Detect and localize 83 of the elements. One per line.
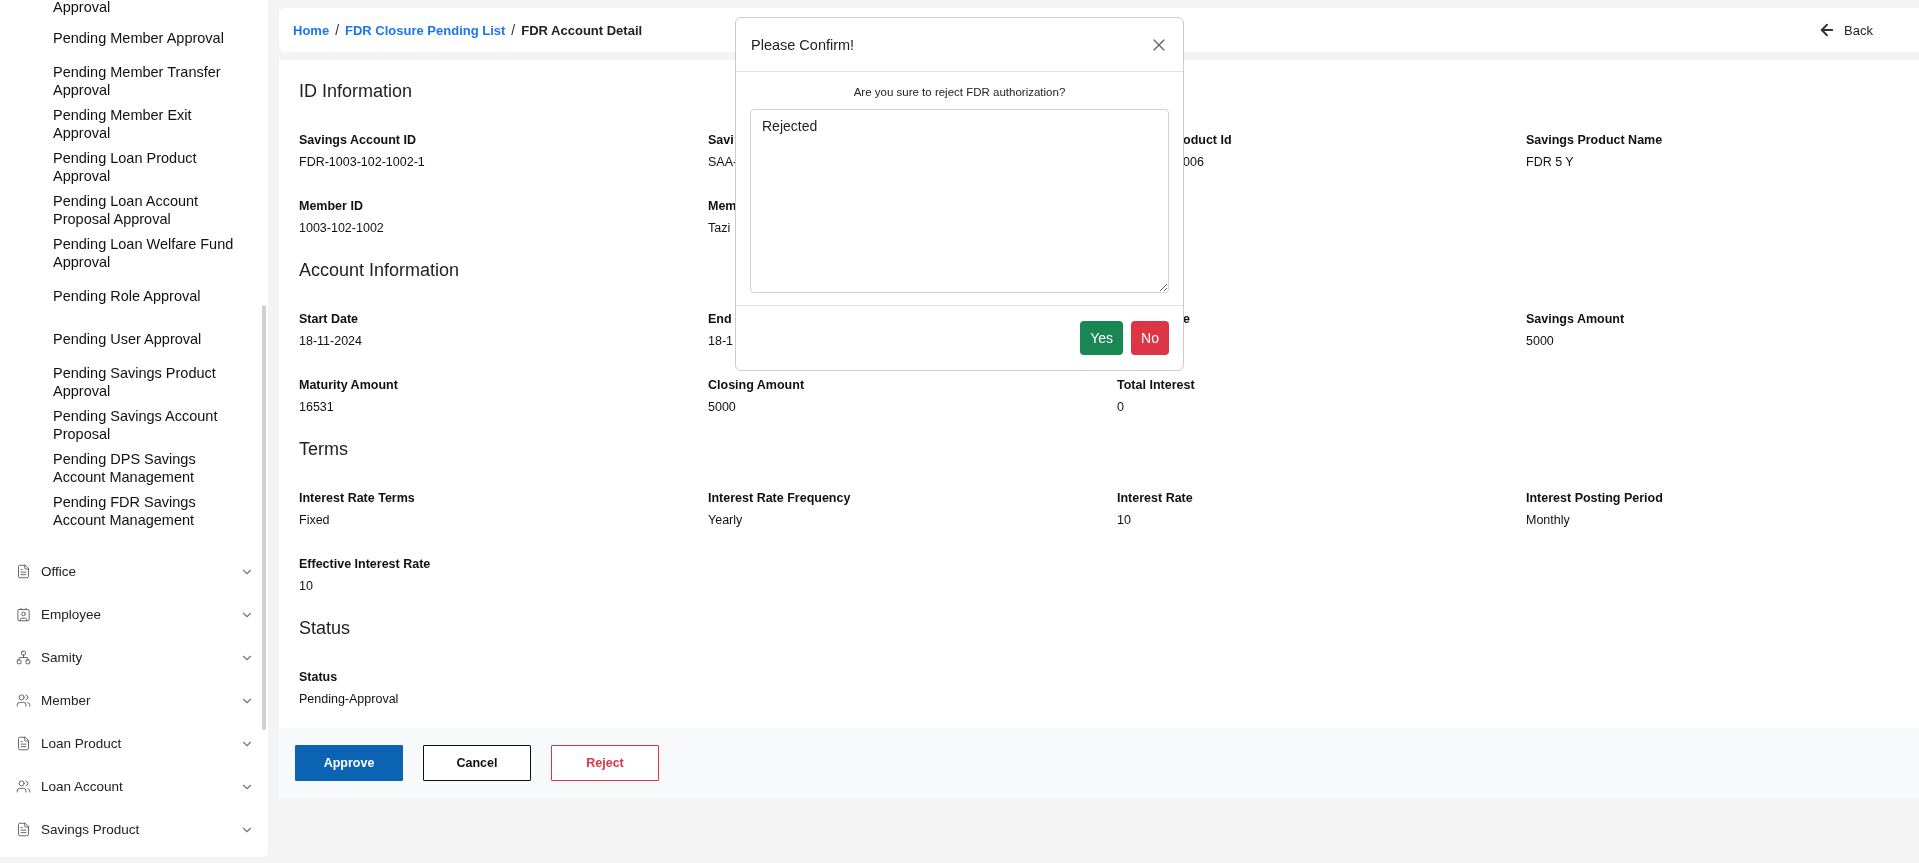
- document-icon: [16, 564, 31, 579]
- field-label: Mem: [708, 198, 737, 215]
- sidebar-menu-item[interactable]: Employee: [0, 593, 268, 636]
- sidebar-menu-item[interactable]: Loan Account: [0, 765, 268, 808]
- field-label: Savings Amount: [1526, 311, 1625, 328]
- field-value: 18-1: [708, 333, 734, 350]
- sidebar-menu-item[interactable]: Loan Product: [0, 722, 268, 765]
- reject-button[interactable]: Reject: [551, 745, 659, 781]
- sidebar-item[interactable]: Pending Savings Account Proposal: [53, 406, 248, 443]
- sidebar-menu-item[interactable]: Office: [0, 550, 268, 593]
- field-label: Savings Account ID: [299, 132, 416, 149]
- sidebar-item[interactable]: Pending Savings Product Approval: [53, 363, 248, 400]
- field-label: Interest Rate: [1117, 490, 1193, 507]
- field-value: 0: [1117, 399, 1124, 416]
- breadcrumb-separator: /: [335, 22, 339, 38]
- field-value: Pending-Approval: [299, 691, 399, 708]
- document-icon: [16, 822, 31, 837]
- people-icon: [16, 779, 31, 794]
- field-value: FDR-1003-102-1002-1: [299, 154, 425, 171]
- field-label: End: [708, 311, 732, 328]
- sidebar-menu-item[interactable]: Member: [0, 679, 268, 722]
- scrollbar-thumb[interactable]: [262, 305, 266, 730]
- field-label: Effective Interest Rate: [299, 556, 431, 573]
- field-label: Interest Rate Frequency: [708, 490, 851, 507]
- yes-button[interactable]: Yes: [1080, 321, 1124, 355]
- field-value: FDR 5 Y: [1526, 154, 1574, 171]
- sidebar-item[interactable]: Approval: [53, 0, 111, 16]
- field-label: Total Interest: [1117, 377, 1195, 394]
- field-label: Savings Product Name: [1526, 132, 1663, 149]
- breadcrumb-link[interactable]: FDR Closure Pending List: [345, 22, 506, 38]
- field-label: Savi: [708, 132, 734, 149]
- sidebar-item[interactable]: Pending Loan Account Proposal Approval: [53, 191, 248, 228]
- field-label: Interest Posting Period: [1526, 490, 1663, 507]
- field-label: Member ID: [299, 198, 363, 215]
- sidebar-menu-item[interactable]: Samity: [0, 636, 268, 679]
- section-heading: Account Information: [299, 259, 460, 282]
- document-icon: [16, 736, 31, 751]
- field-value: 10: [1117, 512, 1131, 529]
- dialog-message: Are you sure to reject FDR authorization?: [853, 86, 1066, 98]
- section-heading: Terms: [299, 438, 348, 461]
- back-button[interactable]: Back: [1816, 19, 1875, 41]
- sidebar-item[interactable]: Pending Member Transfer Approval: [53, 62, 248, 99]
- page-title: FDR Account Detail: [521, 22, 643, 38]
- breadcrumb-link[interactable]: Home: [293, 22, 330, 38]
- field-label: Interest Rate Terms: [299, 490, 415, 507]
- sidebar-item[interactable]: Pending User Approval: [53, 329, 202, 348]
- sidebar-item[interactable]: Pending Member Approval: [53, 28, 224, 47]
- sidebar-item[interactable]: Pending Loan Product Approval: [53, 148, 248, 185]
- field-label: e: [1183, 311, 1190, 328]
- sidebar-item[interactable]: Pending Role Approval: [53, 286, 201, 305]
- field-value: Monthly: [1526, 512, 1570, 529]
- sidebar-item[interactable]: Pending FDR Savings Account Management: [53, 492, 248, 529]
- section-heading: ID Information: [299, 80, 413, 103]
- field-value: 16531: [299, 399, 334, 416]
- sidebar-menu-item[interactable]: Savings Product: [0, 808, 268, 851]
- breadcrumb-separator: /: [511, 22, 516, 38]
- field-label: Maturity Amount: [299, 377, 398, 394]
- sidebar-item[interactable]: Pending DPS Savings Account Management: [53, 449, 248, 486]
- field-label: Status: [299, 669, 338, 686]
- cancel-button[interactable]: Cancel: [423, 745, 531, 781]
- id-card-icon: [16, 607, 31, 622]
- field-value: 5000: [708, 399, 736, 416]
- field-value: 006: [1183, 154, 1204, 171]
- field-value: 5000: [1526, 333, 1554, 350]
- field-value: 18-11-2024: [299, 333, 362, 350]
- people-icon: [16, 693, 31, 708]
- field-value: 10: [299, 578, 313, 595]
- sidebar-item[interactable]: Pending Member Exit Approval: [53, 105, 248, 142]
- network-icon: [16, 650, 31, 665]
- reason-field[interactable]: Rejected: [750, 109, 1169, 293]
- field-value: Fixed: [299, 512, 330, 529]
- approve-button[interactable]: Approve: [295, 745, 403, 781]
- field-label: Start Date: [299, 311, 359, 328]
- field-value: Tazi: [708, 220, 731, 237]
- dialog-title: Please Confirm!: [751, 36, 855, 53]
- field-label: Closing Amount: [708, 377, 805, 394]
- section-heading: Status: [299, 617, 351, 640]
- field-value: SAA-: [708, 154, 738, 171]
- no-button[interactable]: No: [1131, 321, 1169, 355]
- sidebar-item[interactable]: Pending Loan Welfare Fund Approval: [53, 234, 248, 271]
- field-value: Yearly: [708, 512, 743, 529]
- field-label: oduct Id: [1183, 132, 1232, 149]
- field-value: 1003-102-1002: [299, 220, 384, 237]
